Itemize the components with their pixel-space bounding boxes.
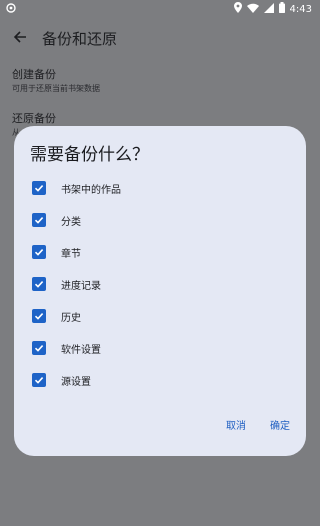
checkbox-checked-icon[interactable] <box>32 277 46 291</box>
checkbox-checked-icon[interactable] <box>32 245 46 259</box>
checkbox-checked-icon[interactable] <box>32 213 46 227</box>
status-icons: 4:43 <box>233 2 312 16</box>
option-label: 软件设置 <box>61 344 101 356</box>
option-label: 进度记录 <box>61 280 101 292</box>
location-icon <box>233 2 242 16</box>
option-label: 分类 <box>61 216 81 228</box>
back-button[interactable] <box>2 18 38 58</box>
confirm-button[interactable]: 确定 <box>270 417 290 432</box>
setting-title: 还原备份 <box>12 112 56 125</box>
option-label: 书架中的作品 <box>61 184 121 196</box>
checkbox-checked-icon[interactable] <box>32 341 46 355</box>
app-notification-icon <box>6 2 16 16</box>
signal-icon <box>263 2 274 16</box>
option-source-settings[interactable]: 源设置 <box>30 370 290 390</box>
setting-create-backup[interactable]: 创建备份 可用于还原当前书架数据 <box>12 66 100 94</box>
option-label: 历史 <box>61 312 81 324</box>
option-progress[interactable]: 进度记录 <box>30 274 290 294</box>
dialog-actions: 取消 确定 <box>226 417 290 432</box>
option-app-settings[interactable]: 软件设置 <box>30 338 290 358</box>
backup-options-dialog: 需要备份什么？ 书架中的作品 分类 章节 进度记录 历史 软件设置 源设置 取消… <box>14 126 306 456</box>
app-bar: 备份和还原 <box>0 18 320 58</box>
status-bar: 4:43 <box>0 0 320 18</box>
dialog-title: 需要备份什么？ <box>30 145 149 165</box>
option-label: 源设置 <box>61 376 91 388</box>
checkbox-checked-icon[interactable] <box>32 181 46 195</box>
cancel-button[interactable]: 取消 <box>226 417 246 432</box>
option-shelf-works[interactable]: 书架中的作品 <box>30 178 290 198</box>
option-label: 章节 <box>61 248 81 260</box>
page-title: 备份和还原 <box>42 29 118 48</box>
option-categories[interactable]: 分类 <box>30 210 290 230</box>
checkbox-checked-icon[interactable] <box>32 309 46 323</box>
wifi-icon <box>246 3 259 16</box>
checkbox-checked-icon[interactable] <box>32 373 46 387</box>
setting-title: 创建备份 <box>12 68 56 81</box>
option-chapters[interactable]: 章节 <box>30 242 290 262</box>
arrow-back-icon <box>13 29 27 48</box>
option-history[interactable]: 历史 <box>30 306 290 326</box>
setting-subtitle: 可用于还原当前书架数据 <box>12 84 100 93</box>
status-time: 4:43 <box>289 3 312 15</box>
battery-icon <box>278 2 285 16</box>
